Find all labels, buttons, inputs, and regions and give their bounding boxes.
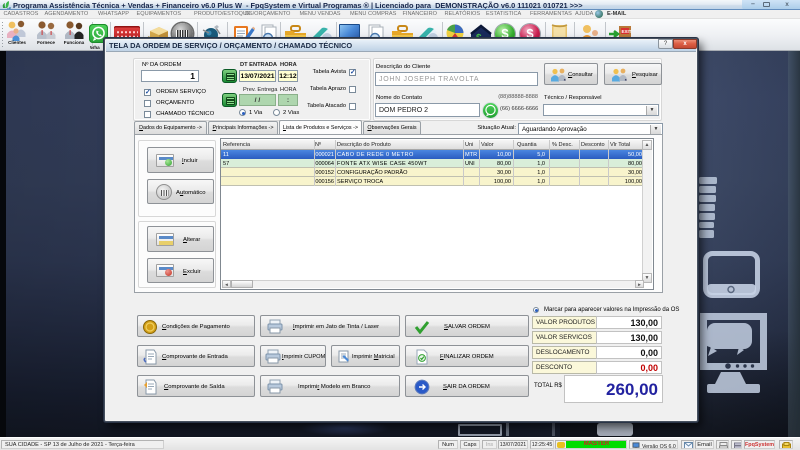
svg-text:EXIT: EXIT: [622, 29, 632, 34]
